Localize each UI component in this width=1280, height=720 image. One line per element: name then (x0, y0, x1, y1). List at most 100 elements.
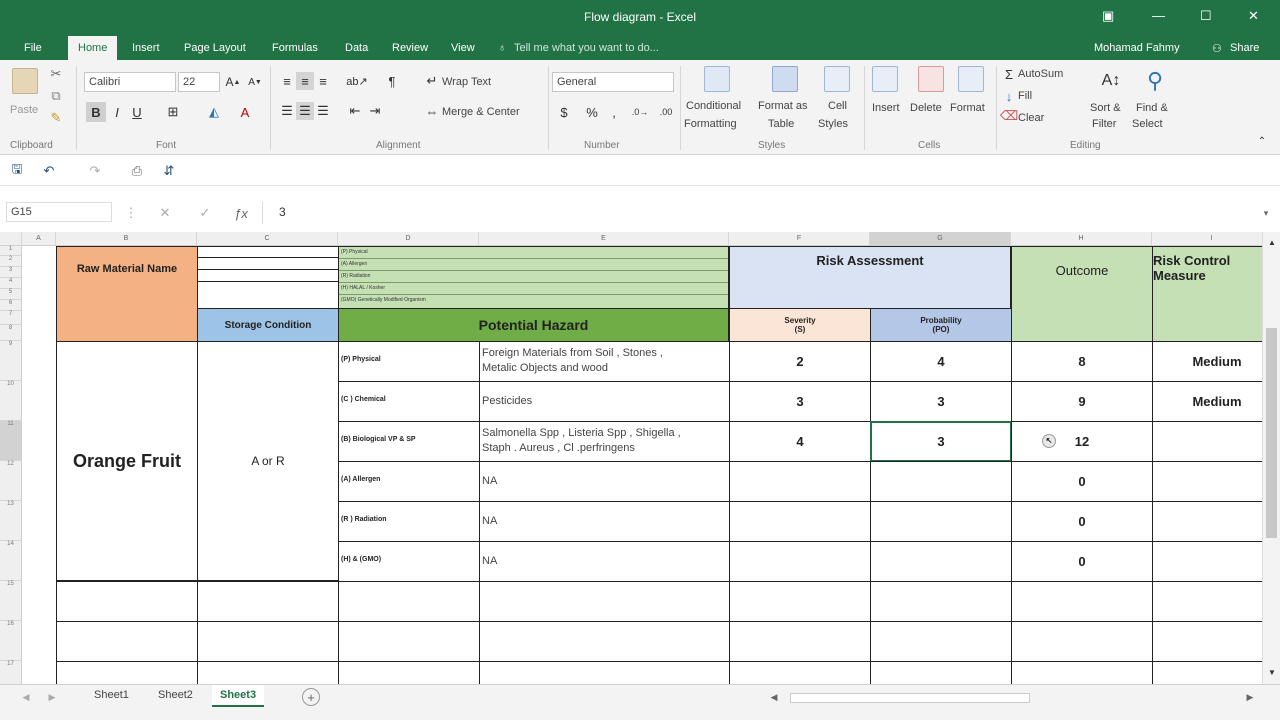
outcome-cell[interactable]: ↖ 12 (1011, 421, 1153, 462)
probability-header[interactable]: Probability (PO) (870, 308, 1012, 342)
hazard-type-cell[interactable]: (H) & (GMO) (338, 541, 480, 582)
align-center-icon[interactable]: ☰ (296, 102, 314, 120)
outcome-cell[interactable]: 0 (1011, 501, 1153, 542)
probability-cell[interactable] (870, 461, 1012, 502)
font-name-select[interactable]: Calibri (84, 72, 176, 92)
merge-center-icon[interactable]: ⇔ (424, 102, 440, 120)
font-size-select[interactable]: 22 (178, 72, 220, 92)
severity-cell[interactable] (729, 541, 871, 582)
row-header-10[interactable]: 10 (0, 381, 22, 421)
cancel-entry-icon[interactable]: ✕ (156, 204, 174, 222)
hazard-type-cell[interactable]: (C ) Chemical (338, 381, 480, 422)
hazard-type-cell[interactable]: (B) Biological VP & SP (338, 421, 480, 462)
column-header-g[interactable]: G (870, 232, 1011, 246)
hazard-legend[interactable]: (P) Physical (A) Allergen (R) Radiation … (338, 246, 729, 309)
risk-control-header[interactable]: Risk Control Measure (1152, 246, 1262, 342)
increase-indent-icon[interactable]: ⇥ (366, 102, 384, 120)
empty-cell[interactable] (870, 621, 1012, 662)
tab-data[interactable]: Data (345, 42, 368, 54)
cell-styles-label-2[interactable]: Styles (818, 118, 848, 130)
increase-decimal-icon[interactable]: .0→ (630, 102, 650, 122)
row-header-13[interactable]: 13 (0, 501, 22, 541)
bottom-align-icon[interactable]: ≡ (314, 72, 332, 90)
row-header-5[interactable]: 5 (0, 289, 22, 300)
row-header-7[interactable]: 7 (0, 311, 22, 325)
tell-me-icon[interactable]: ♁ (498, 42, 506, 54)
share-icon[interactable]: ⚇ (1212, 42, 1222, 55)
severity-cell[interactable] (729, 501, 871, 542)
minimize-button[interactable]: — (1152, 8, 1165, 23)
vertical-scroll-thumb[interactable] (1266, 328, 1277, 538)
conditional-formatting-label-1[interactable]: Conditional (686, 100, 741, 112)
wrap-text-icon[interactable]: ↵ (424, 72, 440, 90)
next-sheet-icon[interactable]: ▶ (46, 689, 58, 705)
row-header-2[interactable]: 2 (0, 256, 22, 267)
font-color-icon[interactable]: A (236, 102, 254, 122)
hazard-description-cell[interactable]: Pesticides (479, 381, 730, 422)
tab-home[interactable]: Home (68, 36, 118, 60)
paste-label[interactable]: Paste (10, 104, 38, 116)
empty-cell[interactable] (338, 581, 480, 622)
empty-cell[interactable] (870, 581, 1012, 622)
autosum-icon[interactable]: Σ (1002, 66, 1016, 82)
tab-page-layout[interactable]: Page Layout (184, 42, 246, 54)
storage-condition-cell[interactable]: A or R (197, 341, 339, 581)
rtl-icon[interactable]: ¶ (384, 72, 400, 90)
clear-button[interactable]: Clear (1018, 112, 1044, 124)
empty-cell[interactable] (1152, 581, 1262, 622)
decrease-font-icon[interactable]: A ▼ (246, 72, 264, 92)
conditional-formatting-icon[interactable] (704, 66, 730, 92)
middle-align-icon[interactable]: ≡ (296, 72, 314, 90)
empty-cell[interactable] (56, 661, 198, 684)
potential-hazard-header[interactable]: Potential Hazard (338, 308, 729, 342)
collapse-ribbon-icon[interactable]: ⌃ (1254, 134, 1270, 148)
underline-button[interactable]: U (128, 102, 146, 122)
row-header-11[interactable]: 11 (0, 421, 22, 461)
cell-styles-icon[interactable] (824, 66, 850, 92)
hazard-description-cell[interactable]: Salmonella Spp , Listeria Spp , Shigella… (479, 421, 730, 462)
format-as-table-label-1[interactable]: Format as (758, 100, 808, 112)
redo-icon[interactable]: ↷ (86, 162, 104, 180)
customize-qat-icon[interactable]: ⇵ (160, 162, 178, 180)
empty-cell[interactable] (479, 621, 730, 662)
format-cells-icon[interactable] (958, 66, 984, 92)
sort-filter-label-2[interactable]: Filter (1092, 118, 1116, 130)
autosum-button[interactable]: AutoSum (1018, 68, 1063, 80)
empty-cell[interactable] (338, 621, 480, 662)
sheet-tab-1[interactable]: Sheet1 (94, 689, 129, 701)
copy-icon[interactable]: ⧉ (48, 88, 64, 104)
row-header-1[interactable]: 1 (0, 246, 22, 256)
severity-header[interactable]: Severity (S) (729, 308, 871, 342)
severity-cell[interactable]: 4 (729, 421, 871, 462)
probability-cell[interactable] (870, 501, 1012, 542)
add-sheet-icon[interactable]: + (302, 688, 320, 706)
column-header-d[interactable]: D (338, 232, 479, 246)
prev-sheet-icon[interactable]: ◀ (20, 689, 32, 705)
column-header-i[interactable]: I (1152, 232, 1262, 246)
hazard-type-cell[interactable]: (A) Allergen (338, 461, 480, 502)
outcome-cell[interactable]: 8 (1011, 341, 1153, 382)
paste-icon[interactable] (12, 68, 38, 94)
column-header-e[interactable]: E (479, 232, 729, 246)
insert-function-icon[interactable]: ƒx (232, 204, 250, 222)
raw-material-header[interactable]: Raw Material Name (56, 246, 198, 342)
select-all-corner[interactable] (0, 232, 22, 246)
scroll-down-icon[interactable]: ▼ (1265, 666, 1279, 678)
probability-cell[interactable] (870, 541, 1012, 582)
empty-cell[interactable] (729, 581, 871, 622)
severity-cell[interactable]: 3 (729, 381, 871, 422)
hazard-description-cell[interactable]: NA (479, 501, 730, 542)
probability-cell-selected[interactable]: 3 (870, 421, 1012, 462)
storage-condition-header[interactable]: Storage Condition (197, 308, 339, 342)
risk-control-cell[interactable]: Medium (1152, 341, 1262, 382)
row-header-15[interactable]: 15 (0, 581, 22, 621)
row-header-16[interactable]: 16 (0, 621, 22, 661)
format-cells-button[interactable]: Format (950, 102, 985, 114)
material-name-cell[interactable]: Orange Fruit (56, 341, 198, 581)
find-select-label-2[interactable]: Select (1132, 118, 1163, 130)
empty-cell[interactable] (197, 621, 339, 662)
format-painter-icon[interactable]: ✎ (48, 110, 64, 126)
sheet-tab-2[interactable]: Sheet2 (158, 689, 193, 701)
align-right-icon[interactable]: ☰ (314, 102, 332, 120)
hazard-description-cell[interactable]: Foreign Materials from Soil , Stones , Me… (479, 341, 730, 382)
